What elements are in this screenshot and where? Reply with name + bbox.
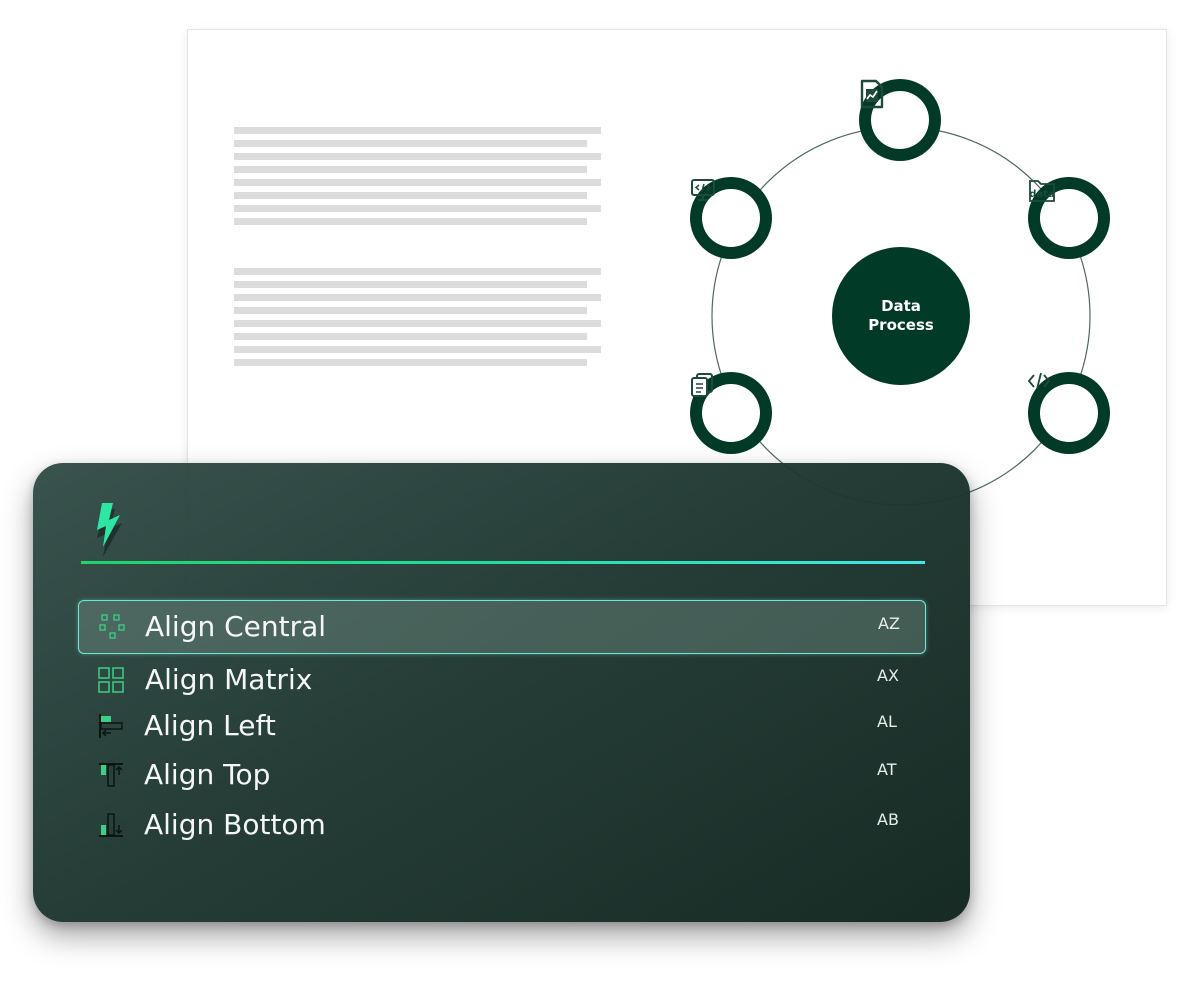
menu-item-shortcut: AT: [877, 760, 897, 779]
diagram-node-copy[interactable]: [690, 372, 772, 454]
center-label-line2: Process: [868, 316, 934, 334]
menu-item-label: Align Top: [144, 758, 271, 791]
diagram-center-node[interactable]: Data Process: [832, 247, 970, 385]
align-matrix-icon: [98, 667, 124, 693]
menu-item-label: Align Left: [144, 709, 276, 742]
lightning-bolt-icon: [97, 503, 122, 557]
menu-item-shortcut: AL: [877, 712, 897, 731]
diagram-node-code[interactable]: [1028, 372, 1110, 454]
center-label-line1: Data: [881, 297, 921, 315]
diagram-node-monitor[interactable]: [690, 177, 772, 259]
command-palette: Align Central AZ Align Matrix AX Align L…: [33, 463, 970, 922]
diagram-node-data[interactable]: data: [1028, 177, 1110, 259]
menu-item-label: Align Matrix: [145, 663, 313, 696]
align-left-icon: [99, 714, 123, 738]
menu-item-align-top[interactable]: Align Top AT: [78, 749, 924, 801]
menu-item-align-left[interactable]: Align Left AL: [78, 700, 924, 752]
menu-item-shortcut: AX: [877, 666, 899, 685]
menu-item-shortcut: AB: [877, 810, 899, 829]
data-folder-icon: data: [1029, 180, 1055, 202]
menu-item-label: Align Central: [145, 610, 327, 643]
data-folder-label: data: [1029, 189, 1054, 200]
align-bottom-icon: [99, 813, 123, 837]
document-chart-icon: [860, 79, 884, 109]
header-divider: [81, 561, 925, 564]
monitor-code-icon: [691, 179, 715, 201]
diagram-node-document[interactable]: [859, 79, 941, 161]
copy-documents-icon: [691, 373, 713, 397]
align-top-icon: [99, 763, 123, 787]
menu-item-align-central[interactable]: Align Central AZ: [78, 600, 926, 654]
menu-item-align-matrix[interactable]: Align Matrix AX: [78, 654, 924, 706]
align-central-icon: [99, 614, 125, 639]
code-brackets-icon: [1028, 372, 1050, 390]
menu-item-align-bottom[interactable]: Align Bottom AB: [78, 799, 924, 851]
menu-item-label: Align Bottom: [144, 808, 326, 841]
menu-item-shortcut: AZ: [878, 614, 900, 633]
